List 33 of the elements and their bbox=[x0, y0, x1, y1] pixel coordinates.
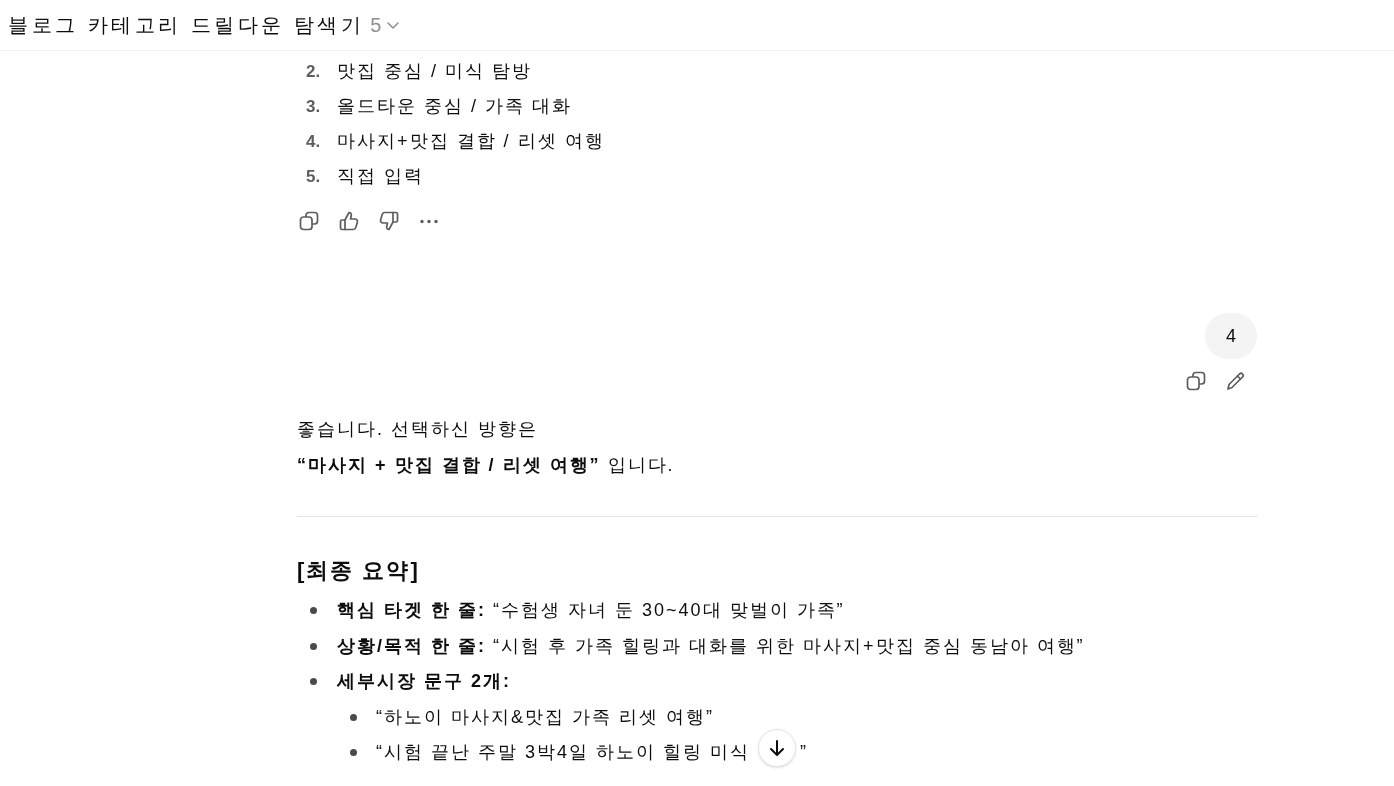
bullet-icon bbox=[310, 678, 317, 686]
bullet-text: 핵심 타겟 한 줄: “수험생 자녀 둔 30~40대 맞벌이 가족” bbox=[337, 599, 845, 623]
scroll-down-button[interactable] bbox=[758, 729, 796, 767]
edit-icon[interactable] bbox=[1226, 371, 1246, 391]
chevron-down-icon[interactable] bbox=[387, 21, 400, 29]
bullet-text: 세부시장 문구 2개: bbox=[337, 670, 511, 694]
copy-icon[interactable] bbox=[299, 211, 319, 231]
reply-text: 좋습니다. 선택하신 방향은 bbox=[297, 417, 539, 441]
bullet-icon bbox=[310, 642, 317, 650]
bullet-text: 상황/목적 한 줄: “시험 후 가족 힐링과 대화를 위한 마사지+맛집 중심 동남아 여행” bbox=[337, 634, 1085, 658]
option-text: 마사지+맛집 결합 / 리셋 여행 bbox=[337, 130, 605, 153]
arrow-down-icon bbox=[768, 739, 786, 757]
reply-text: “마사지 + 맛집 결합 / 리셋 여행” 입니다. bbox=[297, 453, 676, 477]
list-number: 4. bbox=[305, 130, 322, 153]
bullet-text: “시험 끝난 주말 3박4일 하노이 힐링 미식 bbox=[376, 741, 751, 765]
list-number: 3. bbox=[305, 95, 322, 118]
more-icon[interactable] bbox=[419, 218, 439, 224]
option-text: 올드타운 중심 / 가족 대화 bbox=[337, 95, 572, 118]
thumbs-up-icon[interactable] bbox=[339, 211, 359, 231]
bullet-icon bbox=[310, 607, 317, 615]
option-text: 맛집 중심 / 미식 탐방 bbox=[337, 60, 532, 83]
summary-heading: [최종 요약] bbox=[297, 557, 421, 585]
bullet-icon bbox=[350, 713, 357, 721]
chat-title[interactable]: 블로그 카테고리 드릴다운 탐색기 bbox=[8, 12, 365, 38]
bullet-icon bbox=[350, 749, 357, 757]
option-text: 직접 입력 bbox=[337, 165, 424, 188]
list-number: 5. bbox=[305, 165, 322, 188]
list-number: 2. bbox=[305, 60, 322, 83]
copy-icon[interactable] bbox=[1186, 371, 1206, 391]
quote-mark: ” bbox=[800, 741, 807, 765]
user-message-bubble: 4 bbox=[1205, 313, 1257, 359]
thumbs-down-icon[interactable] bbox=[379, 211, 399, 231]
bullet-text: “하노이 마사지&맛집 가족 리셋 여행” bbox=[376, 705, 714, 729]
